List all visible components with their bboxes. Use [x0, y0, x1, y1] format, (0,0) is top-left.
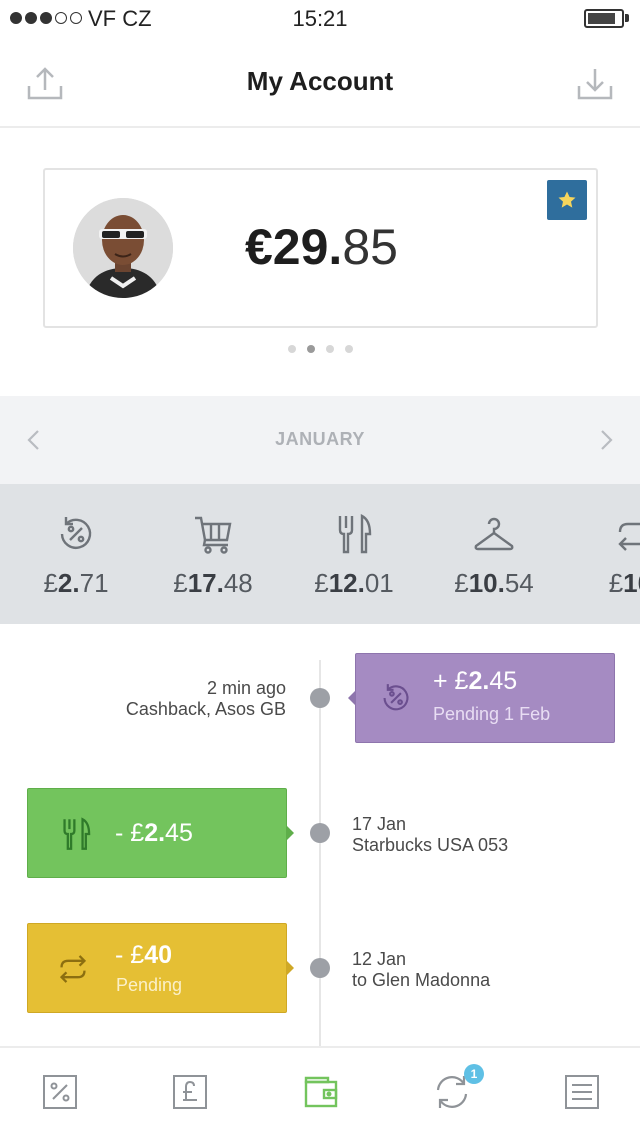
transaction-time: 12 Jan — [352, 949, 407, 969]
star-icon — [558, 191, 576, 208]
category-amount: £10. — [608, 568, 640, 598]
tab-money[interactable] — [170, 1072, 210, 1112]
menu-icon — [565, 1075, 599, 1109]
month-label: JANUARY — [275, 429, 365, 449]
timeline-dot — [310, 958, 330, 978]
account-balance: €29.85 — [245, 218, 398, 276]
category-shopping[interactable]: £17.48 — [143, 484, 283, 624]
transfer-icon — [59, 955, 87, 983]
timeline-line — [319, 660, 321, 1050]
category-amount: £17.48 — [173, 568, 253, 598]
chevron-right-icon — [601, 430, 613, 450]
page-dot-active[interactable] — [306, 345, 315, 353]
category-transfers[interactable]: £10. — [564, 484, 640, 624]
account-card[interactable]: €29.85 — [43, 168, 598, 328]
balance-decimals: 85 — [342, 219, 398, 275]
hanger-icon — [474, 517, 514, 551]
tab-sync[interactable]: 1 — [432, 1064, 484, 1112]
transaction-card-food[interactable]: - £2.45 — [27, 788, 294, 878]
category-strip[interactable]: £2.71 £17.48 £12.01 £10.54 £1 — [0, 484, 640, 624]
category-amount: £10.54 — [454, 568, 534, 598]
food-icon — [63, 817, 91, 850]
timeline-dot — [310, 688, 330, 708]
transaction-amount: + £2.45 — [433, 667, 518, 695]
page-indicator[interactable] — [0, 345, 640, 353]
transaction-meta: 17 Jan Starbucks USA 053 — [352, 814, 508, 856]
notification-badge: 1 — [464, 1064, 484, 1084]
download-icon — [577, 69, 613, 100]
transaction-card-transfer[interactable]: - £40 Pending — [27, 923, 294, 1013]
transaction-time: 2 min ago — [206, 678, 286, 698]
transaction-status: Pending 1 Feb — [433, 704, 551, 724]
battery-icon — [584, 9, 624, 28]
avatar[interactable] — [73, 198, 173, 298]
next-month-button[interactable] — [594, 428, 618, 452]
transaction-card-cashback[interactable]: + £2.45 Pending 1 Feb — [348, 653, 615, 743]
favorite-button[interactable] — [547, 180, 587, 220]
category-food[interactable]: £12.01 — [284, 484, 424, 624]
category-cashback[interactable]: £2.71 — [6, 484, 146, 624]
page-dot[interactable] — [344, 345, 353, 353]
transaction-description: Starbucks USA 053 — [352, 835, 509, 855]
tab-menu[interactable] — [562, 1072, 602, 1112]
cashback-icon — [60, 517, 92, 549]
transaction-amount: - £2.45 — [115, 819, 193, 847]
transaction-description: Cashback, Asos GB — [125, 699, 286, 719]
percent-icon — [43, 1075, 77, 1109]
tab-offers[interactable] — [40, 1072, 80, 1112]
status-bar: VF CZ 15:21 — [0, 0, 640, 40]
tab-bar: 1 — [0, 1046, 640, 1136]
balance-whole: €29. — [245, 219, 343, 275]
page-dot[interactable] — [287, 345, 296, 353]
transaction-meta: 2 min ago Cashback, Asos GB — [126, 678, 286, 720]
transaction-time: 17 Jan — [352, 814, 407, 834]
transaction-description: to Glen Madonna — [352, 970, 491, 990]
month-selector: JANUARY — [0, 396, 640, 484]
transaction-amount: - £40 — [115, 941, 172, 969]
pound-icon — [173, 1075, 207, 1109]
timeline-dot — [310, 823, 330, 843]
transaction-status: Pending — [116, 975, 183, 995]
tab-wallet[interactable] — [300, 1072, 340, 1112]
navigation-bar: My Account — [0, 40, 640, 128]
cart-icon — [195, 516, 232, 554]
transaction-meta: 12 Jan to Glen Madonna — [352, 949, 490, 991]
food-icon — [338, 514, 372, 554]
cashback-icon — [383, 684, 409, 711]
page-title: My Account — [246, 66, 394, 96]
page-dot[interactable] — [325, 345, 334, 353]
download-button[interactable] — [575, 64, 615, 104]
category-clothing[interactable]: £10.54 — [424, 484, 564, 624]
category-amount: £12.01 — [314, 568, 394, 598]
category-amount: £2.71 — [43, 568, 109, 598]
transfer-icon — [618, 522, 640, 551]
status-time: 15:21 — [292, 6, 348, 31]
wallet-icon — [304, 1076, 338, 1108]
